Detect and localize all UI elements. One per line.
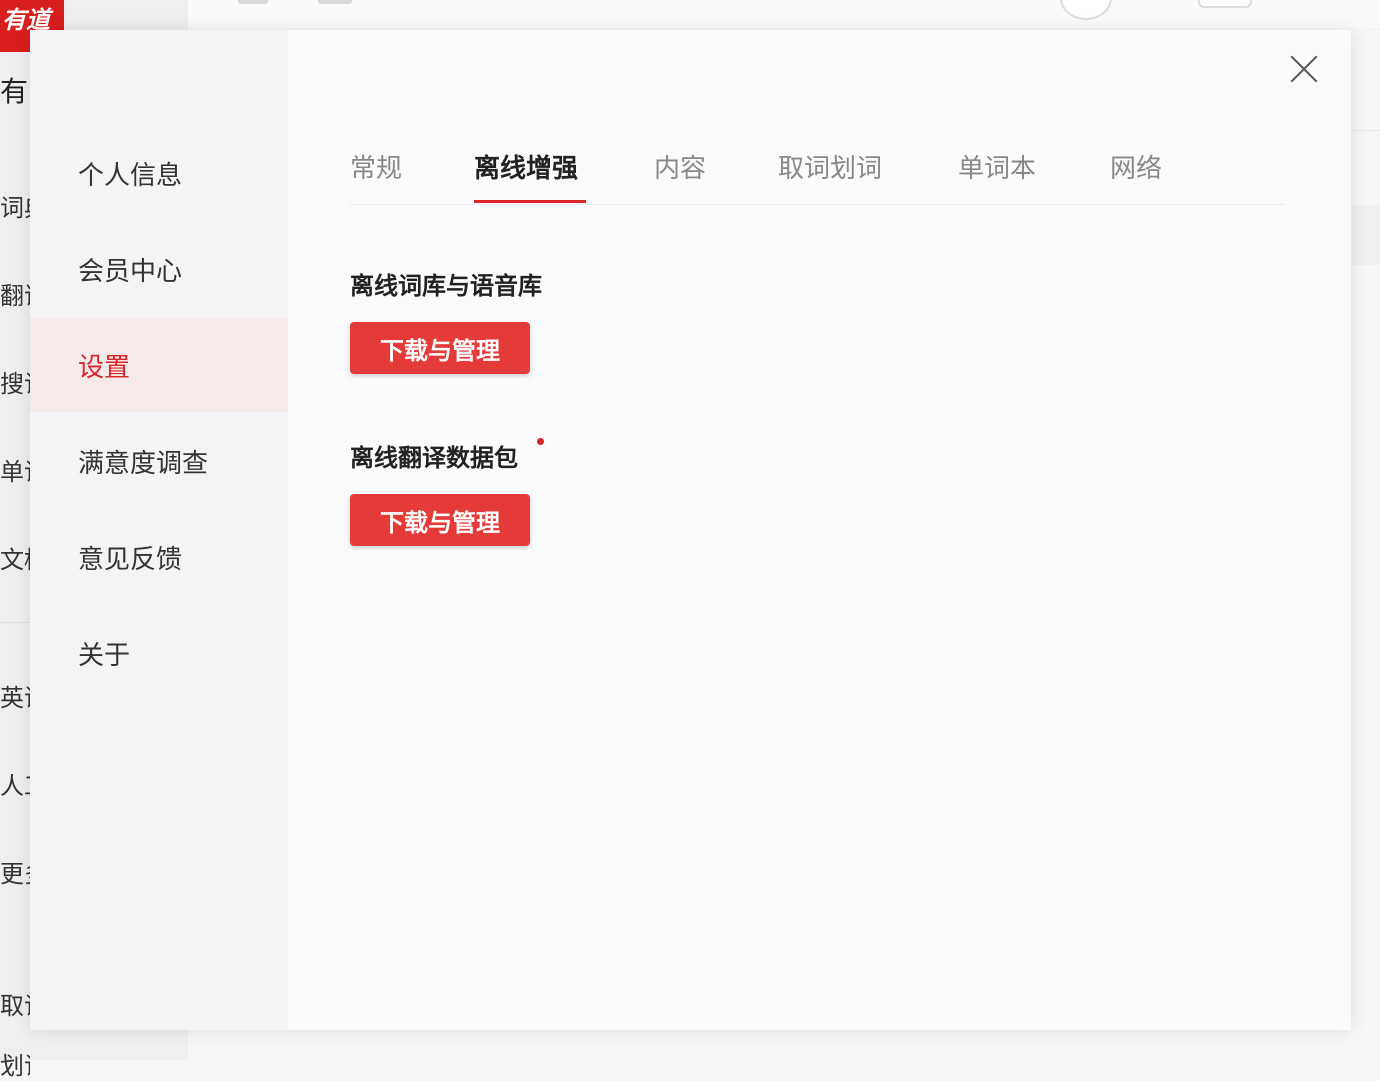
close-icon[interactable]: [1289, 54, 1319, 84]
settings-nav-about[interactable]: 关于: [30, 606, 288, 700]
section-title-offline-translation: 离线翻译数据包: [350, 438, 518, 473]
background-nav-item[interactable]: 单词: [0, 452, 30, 487]
tab-offline[interactable]: 离线增强: [474, 148, 578, 185]
background-nav-item[interactable]: 翻译: [0, 276, 30, 311]
background-divider: [0, 622, 30, 623]
settings-nav-survey[interactable]: 满意度调查: [30, 414, 288, 508]
settings-content: 常规 离线增强 内容 取词划词 单词本 网络 离线词库与语音库 下载与管理 离线…: [288, 30, 1351, 1030]
download-manage-dictionary-button[interactable]: 下载与管理: [350, 322, 530, 374]
new-badge-dot: [537, 438, 544, 445]
active-tab-indicator: [474, 200, 586, 203]
settings-nav-membership[interactable]: 会员中心: [30, 222, 288, 316]
toolbar-icon[interactable]: [238, 0, 268, 4]
toolbar-icon[interactable]: [318, 0, 352, 4]
topbar-button[interactable]: [1198, 0, 1252, 8]
app-title: 有: [0, 70, 28, 110]
background-nav-item[interactable]: 搜词: [0, 364, 30, 399]
download-manage-translation-button[interactable]: 下载与管理: [350, 494, 530, 546]
background-nav-item[interactable]: 词典: [0, 188, 30, 223]
tab-word-capture[interactable]: 取词划词: [778, 148, 882, 185]
settings-nav-settings[interactable]: 设置: [30, 318, 288, 412]
background-panel: [1352, 205, 1380, 265]
background-divider: [1352, 130, 1380, 131]
background-nav-item[interactable]: 划词: [0, 1046, 30, 1081]
background-nav-item[interactable]: 取词: [0, 986, 30, 1021]
tab-content[interactable]: 内容: [654, 148, 706, 185]
settings-sidebar: 个人信息 会员中心 设置 满意度调查 意见反馈 关于: [30, 30, 288, 1030]
settings-dialog: 个人信息 会员中心 设置 满意度调查 意见反馈 关于 常规 离线增强 内容 取词…: [30, 30, 1351, 1030]
background-nav-item[interactable]: 更多: [0, 854, 30, 889]
settings-nav-profile[interactable]: 个人信息: [30, 126, 288, 220]
tab-wordbook[interactable]: 单词本: [958, 148, 1036, 185]
background-nav-item[interactable]: 英语: [0, 678, 30, 713]
tab-general[interactable]: 常规: [350, 148, 402, 185]
settings-tabs: 常规 离线增强 内容 取词划词 单词本 网络: [350, 140, 1285, 205]
background-nav-item[interactable]: 文档: [0, 540, 30, 575]
tab-network[interactable]: 网络: [1110, 148, 1162, 185]
section-title-offline-dictionary: 离线词库与语音库: [350, 266, 542, 301]
settings-nav-feedback[interactable]: 意见反馈: [30, 510, 288, 604]
background-nav-item[interactable]: 人工: [0, 766, 30, 801]
